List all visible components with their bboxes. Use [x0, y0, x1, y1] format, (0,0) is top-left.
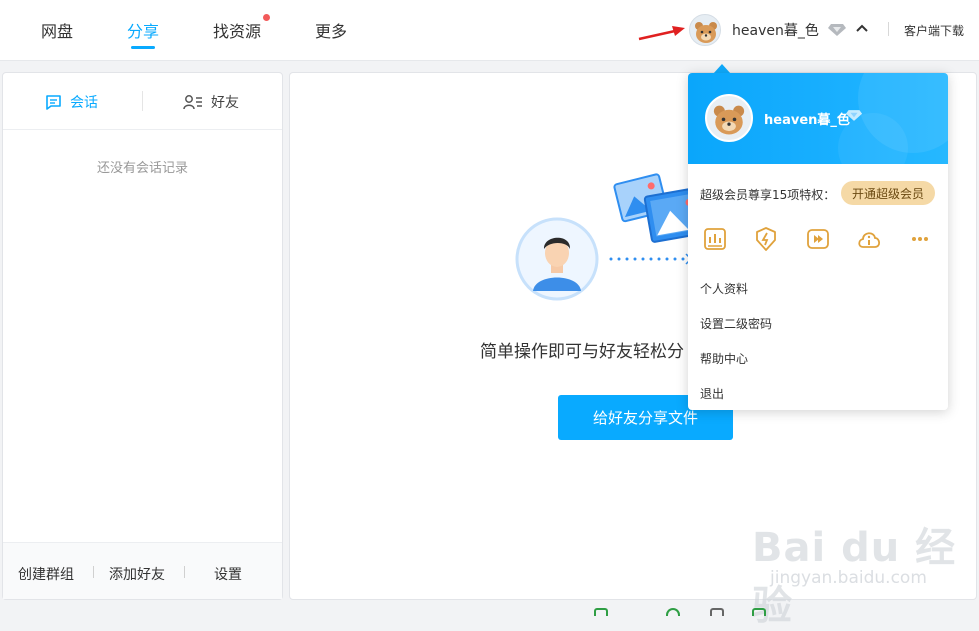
user-dropdown-menu: heaven暮_色 超级会员尊享15项特权： 开通超级会员 个人资料 设置二级密… [688, 73, 948, 410]
tab-friends[interactable]: 好友 [183, 92, 239, 112]
status-icon [594, 608, 608, 616]
divider [93, 566, 94, 578]
chevron-up-icon[interactable] [855, 23, 869, 33]
dropdown-username: heaven暮_色 [764, 113, 850, 128]
speed-chart-icon[interactable] [702, 226, 728, 252]
username[interactable]: heaven暮_色 [732, 20, 819, 40]
divider [184, 566, 185, 578]
client-download-link[interactable]: 客户端下载 [904, 22, 964, 39]
status-icon [752, 608, 766, 616]
conversation-footer: 创建群组 添加好友 设置 [3, 542, 282, 599]
nav-tab-netdisk[interactable]: 网盘 [41, 18, 73, 42]
status-icon [666, 608, 680, 616]
dropdown-header: heaven暮_色 [688, 73, 948, 164]
user-avatar[interactable] [689, 14, 721, 46]
open-vip-button[interactable]: 开通超级会员 [841, 181, 935, 205]
more-dots-icon[interactable] [907, 226, 933, 252]
menu-logout[interactable]: 退出 [700, 385, 724, 402]
status-icon [710, 608, 724, 616]
watermark-url: jingyan.baidu.com [770, 568, 927, 588]
diamond-icon [828, 24, 846, 36]
menu-profile[interactable]: 个人资料 [700, 280, 748, 297]
empty-state-text: 还没有会话记录 [96, 161, 188, 176]
nav-tab-share[interactable]: 分享 [127, 18, 159, 42]
chat-icon [46, 95, 61, 110]
add-friend-button[interactable]: 添加好友 [109, 564, 165, 584]
share-description: 简单操作即可与好友轻松分 [480, 342, 684, 362]
conversation-panel: 会话 好友 还没有会话记录 创建群组 添加好友 设置 [2, 72, 283, 600]
conversation-tabs: 会话 好友 [3, 73, 282, 130]
tab-sessions[interactable]: 会话 [45, 92, 98, 112]
create-group-button[interactable]: 创建群组 [18, 564, 74, 584]
top-bar: 网盘 分享 找资源 更多 heaven暮_色 客户端下载 [0, 0, 979, 61]
menu-set-second-password[interactable]: 设置二级密码 [700, 315, 772, 332]
tab-friends-label: 好友 [211, 95, 239, 111]
diamond-icon [845, 110, 863, 121]
friends-icon [183, 95, 202, 110]
fast-download-icon[interactable] [753, 226, 779, 252]
user-avatar-large[interactable] [705, 94, 753, 142]
divider [888, 22, 889, 36]
divider [142, 91, 143, 111]
video-speed-icon[interactable] [805, 226, 831, 252]
red-arrow-annotation [638, 26, 685, 41]
vip-privileges-text: 超级会员尊享15项特权： [700, 188, 836, 202]
cloud-info-icon[interactable] [856, 226, 882, 252]
tab-sessions-label: 会话 [70, 95, 98, 111]
bear-avatar-icon [695, 22, 717, 43]
settings-button[interactable]: 设置 [214, 564, 242, 584]
notification-dot [263, 14, 270, 21]
bear-avatar-icon [713, 105, 745, 135]
nav-tab-more[interactable]: 更多 [315, 18, 347, 42]
nav-tab-find-resources[interactable]: 找资源 [213, 18, 261, 42]
active-tab-indicator [131, 46, 155, 49]
menu-help-center[interactable]: 帮助中心 [700, 350, 748, 367]
